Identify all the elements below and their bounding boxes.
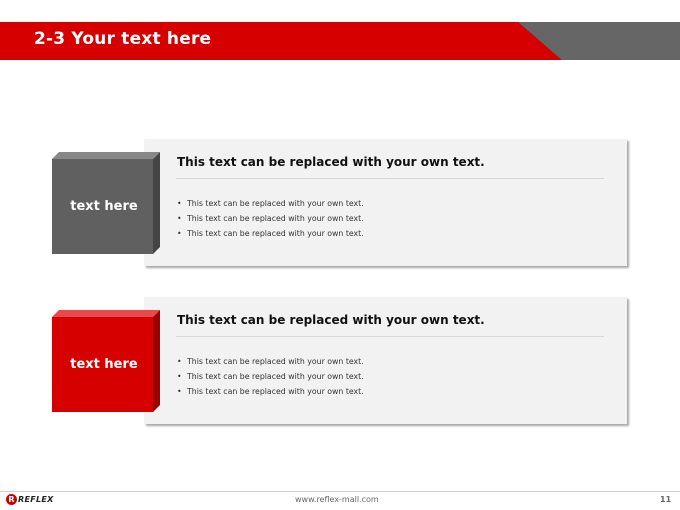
content-section-1: This text can be replaced with your own … bbox=[0, 139, 680, 269]
footer-url: www.reflex-mall.com bbox=[295, 495, 379, 504]
bullet-item: This text can be replaced with your own … bbox=[177, 196, 364, 211]
panel-heading: This text can be replaced with your own … bbox=[177, 313, 485, 327]
bullet-item: This text can be replaced with your own … bbox=[177, 226, 364, 241]
text-panel: This text can be replaced with your own … bbox=[144, 297, 627, 424]
logo-icon: R bbox=[6, 494, 17, 505]
title-banner: 2-3 Your text here bbox=[0, 22, 680, 60]
slide-title: 2-3 Your text here bbox=[34, 29, 212, 49]
label-block: text here bbox=[52, 152, 162, 256]
bullet-list: This text can be replaced with your own … bbox=[177, 354, 364, 399]
footer-divider bbox=[0, 491, 680, 492]
reflex-logo: R REFLEX bbox=[6, 494, 66, 506]
logo-text: REFLEX bbox=[18, 495, 54, 504]
bullet-item: This text can be replaced with your own … bbox=[177, 369, 364, 384]
label-block: text here bbox=[52, 310, 162, 414]
block-label: text here bbox=[70, 357, 138, 372]
bullet-item: This text can be replaced with your own … bbox=[177, 354, 364, 369]
bullet-item: This text can be replaced with your own … bbox=[177, 384, 364, 399]
content-section-2: This text can be replaced with your own … bbox=[0, 297, 680, 427]
logo-letter: R bbox=[8, 495, 15, 504]
bullet-item: This text can be replaced with your own … bbox=[177, 211, 364, 226]
block-label: text here bbox=[70, 199, 138, 214]
bullet-list: This text can be replaced with your own … bbox=[177, 196, 364, 241]
divider bbox=[176, 178, 604, 179]
panel-heading: This text can be replaced with your own … bbox=[177, 155, 485, 169]
page-number: 11 bbox=[660, 495, 672, 504]
divider bbox=[176, 336, 604, 337]
text-panel: This text can be replaced with your own … bbox=[144, 139, 627, 266]
